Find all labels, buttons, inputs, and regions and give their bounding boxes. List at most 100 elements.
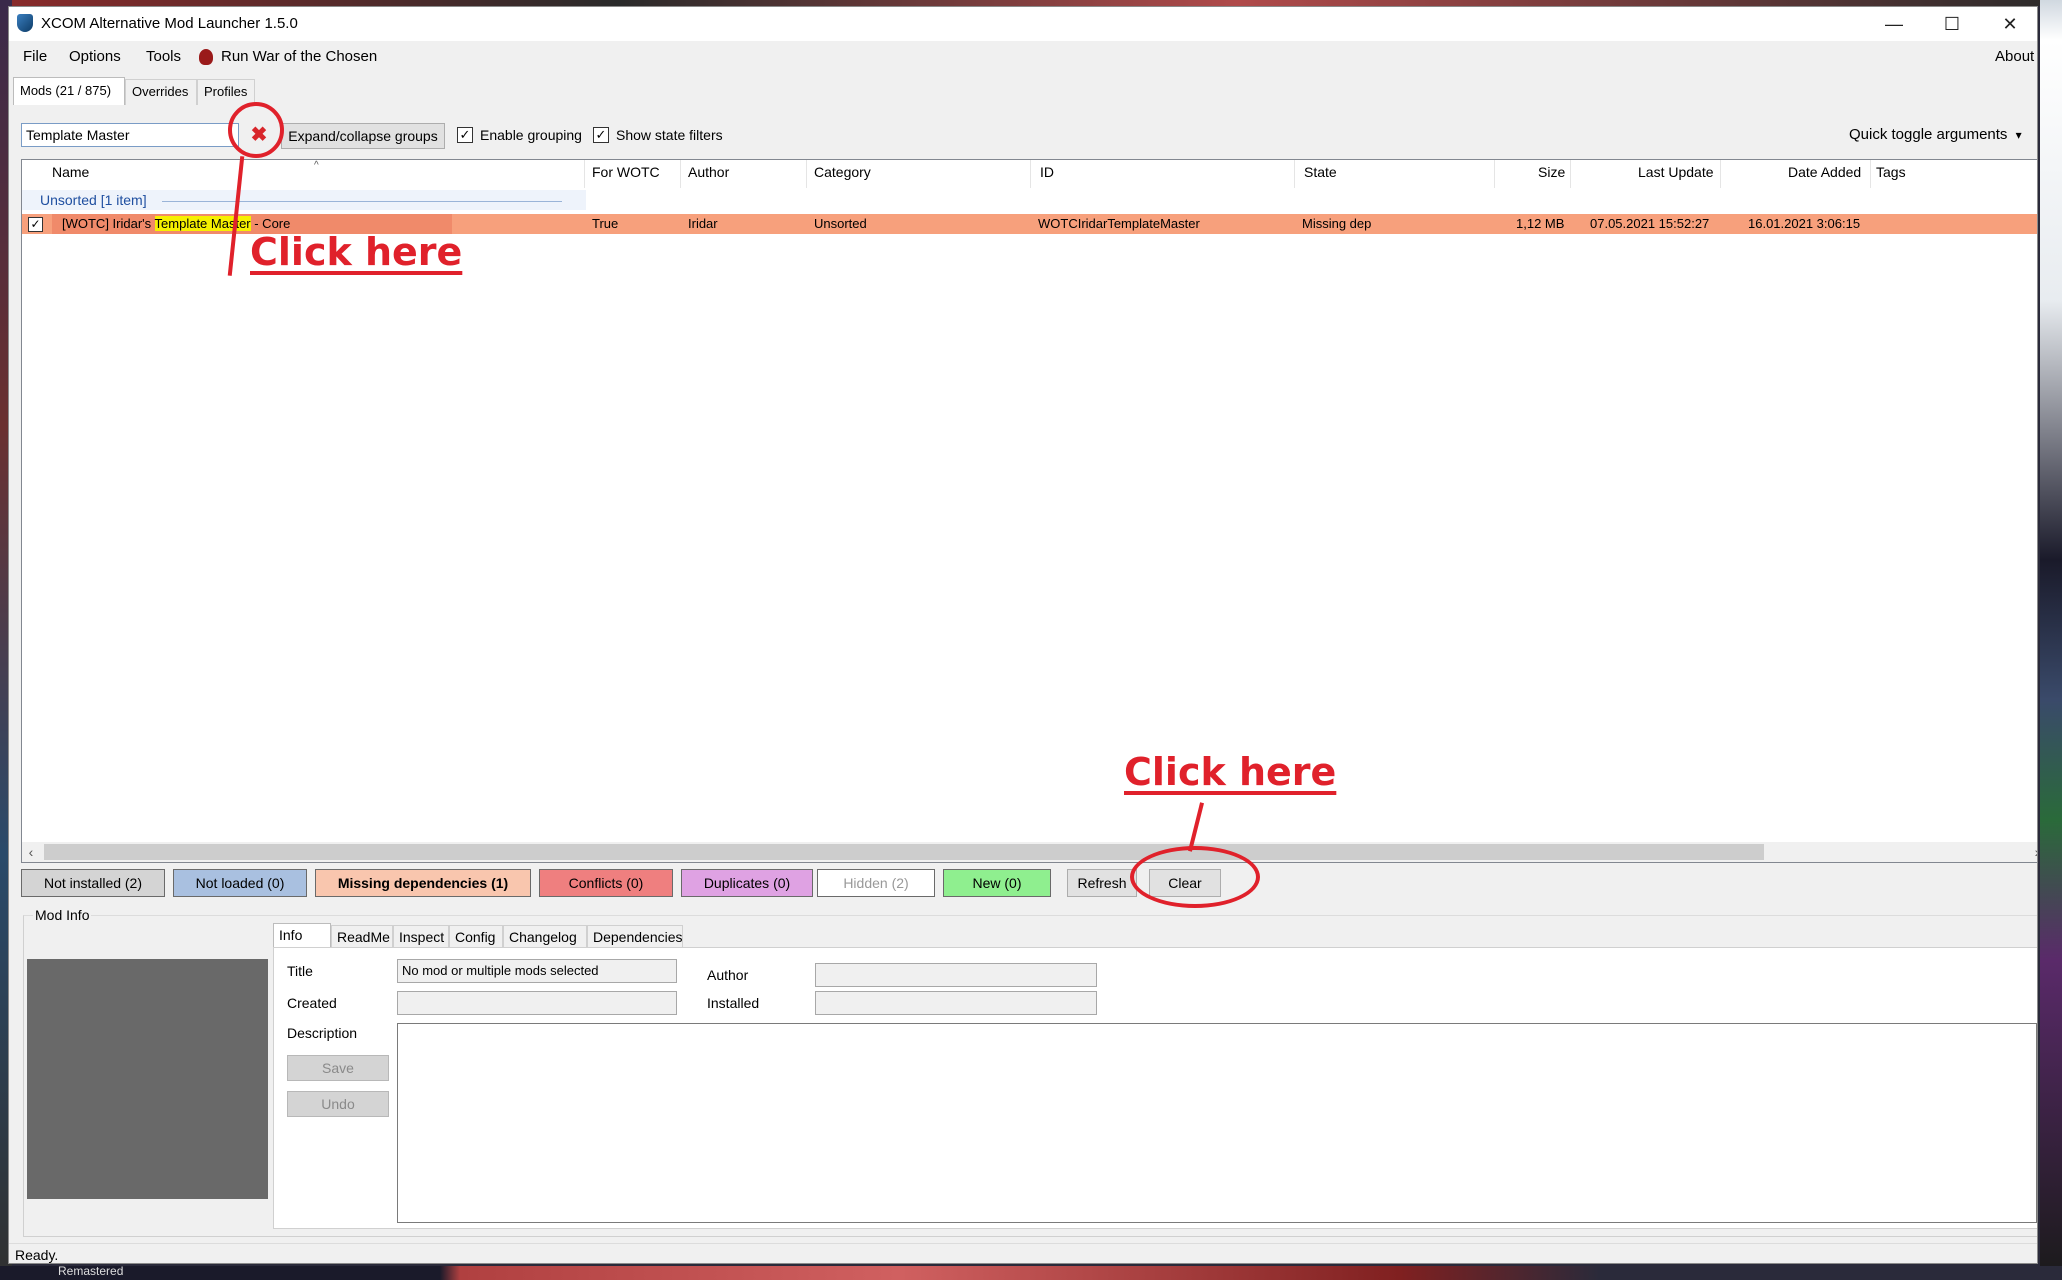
search-input[interactable]: Template Master [21,123,239,147]
mod-info-label: Mod Info [33,907,92,923]
column-state[interactable]: State [1304,164,1337,180]
menu-tools[interactable]: Tools [146,48,181,65]
app-shield-icon [17,14,33,32]
filter-new[interactable]: New (0) [943,869,1051,897]
author-label: Author [707,967,749,983]
row-date-added: 16.01.2021 3:06:15 [1748,216,1861,231]
created-field[interactable] [397,991,677,1015]
installed-field[interactable] [815,991,1097,1015]
author-field[interactable] [815,963,1097,987]
installed-label: Installed [707,995,760,1011]
title-field[interactable]: No mod or multiple mods selected [397,959,677,983]
row-author: Iridar [688,216,718,231]
filter-not-loaded[interactable]: Not loaded (0) [173,869,307,897]
row-for-wotc: True [592,216,619,231]
title-bar: XCOM Alternative Mod Launcher 1.5.0 — ☐ … [9,7,2037,41]
filter-hidden[interactable]: Hidden (2) [817,869,935,897]
expand-collapse-button[interactable]: Expand/collapse groups [281,123,445,149]
sort-ascending-icon: ^ [314,160,319,171]
tab-inspect[interactable]: Inspect [393,925,449,949]
row-id: WOTCIridarTemplateMaster [1038,216,1200,231]
desktop-taskbar-text: Remastered [58,1264,124,1278]
close-icon[interactable]: ✕ [1981,7,2037,41]
column-size[interactable]: Size [1538,164,1565,180]
menu-bar: File Options Tools Run War of the Chosen… [9,43,2037,71]
refresh-button[interactable]: Refresh [1067,869,1137,897]
status-bar: Ready. [9,1243,2037,1263]
group-header[interactable]: Unsorted [1 item] [40,192,147,208]
row-name-suffix: - Core [250,216,291,231]
row-size: 1,12 MB [1516,216,1565,231]
column-separator [584,160,585,188]
minimize-icon[interactable]: — [1865,7,1923,41]
column-last-update[interactable]: Last Update [1638,164,1714,180]
show-state-filters-label: Show state filters [616,127,723,143]
row-name: [WOTC] Iridar's Template Master - Core [62,216,290,231]
tab-config[interactable]: Config [449,925,503,949]
menu-file[interactable]: File [23,48,47,65]
enable-grouping-label: Enable grouping [480,127,582,143]
chosen-icon [199,49,213,65]
tab-overrides[interactable]: Overrides [125,79,197,105]
column-separator [1870,160,1871,188]
column-separator [1294,160,1295,188]
dropdown-arrow-icon: ▾ [2015,128,2022,142]
mod-preview-image [27,959,268,1199]
filter-missing-dependencies[interactable]: Missing dependencies (1) [315,869,531,897]
desktop-bottom-strip: Remastered [0,1264,2062,1280]
description-label: Description [287,1025,358,1041]
enable-grouping-checkbox[interactable]: ✓ [457,127,473,143]
annotation-click-here-1: Click here [250,230,463,274]
tab-mods[interactable]: Mods (21 / 875) [13,77,125,105]
status-text: Ready. [15,1247,59,1263]
annotation-circle-search-clear [228,102,284,158]
row-category: Unsorted [814,216,867,231]
tab-readme[interactable]: ReadMe [331,925,393,949]
group-divider [162,201,562,202]
save-button[interactable]: Save [287,1055,389,1081]
scroll-left-icon[interactable]: ‹ [22,842,40,862]
column-name[interactable]: Name [52,164,89,180]
row-state: Missing dep [1302,216,1372,231]
menu-options[interactable]: Options [69,48,121,65]
row-checkbox[interactable]: ✓ [28,217,43,232]
column-separator [680,160,681,188]
menu-run-wotc[interactable]: Run War of the Chosen [221,48,377,65]
tab-info[interactable]: Info [273,923,331,949]
undo-button[interactable]: Undo [287,1091,389,1117]
column-separator [1570,160,1571,188]
tab-dependencies[interactable]: Dependencies [587,925,683,949]
desktop-right-strip [2040,0,2062,1280]
title-label: Title [287,963,313,979]
annotation-click-here-2: Click here [1124,750,1337,794]
menu-about[interactable]: About [1995,48,2034,65]
column-id[interactable]: ID [1040,164,1054,180]
filter-duplicates[interactable]: Duplicates (0) [681,869,813,897]
tab-profiles[interactable]: Profiles [197,79,255,105]
column-separator [806,160,807,188]
row-name-prefix: [WOTC] Iridar's [62,216,155,231]
quick-toggle-dropdown[interactable]: Quick toggle arguments ▾ [1849,123,2022,147]
description-field[interactable] [397,1023,2037,1223]
horizontal-scrollbar[interactable]: ‹ › [22,842,2037,862]
row-last-update: 07.05.2021 15:52:27 [1590,216,1710,231]
column-for-wotc[interactable]: For WOTC [592,164,660,180]
annotation-circle-clear [1130,846,1260,908]
column-category[interactable]: Category [814,164,871,180]
filter-conflicts[interactable]: Conflicts (0) [539,869,673,897]
column-separator [1494,160,1495,188]
window-title: XCOM Alternative Mod Launcher 1.5.0 [41,15,298,32]
scroll-right-icon[interactable]: › [2028,842,2037,862]
tab-changelog[interactable]: Changelog [503,925,587,949]
column-tags[interactable]: Tags [1876,164,1906,180]
maximize-icon[interactable]: ☐ [1923,7,1981,41]
column-separator [1720,160,1721,188]
scroll-thumb[interactable] [44,844,1764,860]
app-window: XCOM Alternative Mod Launcher 1.5.0 — ☐ … [8,6,2038,1264]
column-author[interactable]: Author [688,164,729,180]
filter-not-installed[interactable]: Not installed (2) [21,869,165,897]
created-label: Created [287,995,337,1011]
show-state-filters-checkbox[interactable]: ✓ [593,127,609,143]
column-date-added[interactable]: Date Added [1788,164,1861,180]
quick-toggle-label: Quick toggle arguments [1849,126,2008,143]
